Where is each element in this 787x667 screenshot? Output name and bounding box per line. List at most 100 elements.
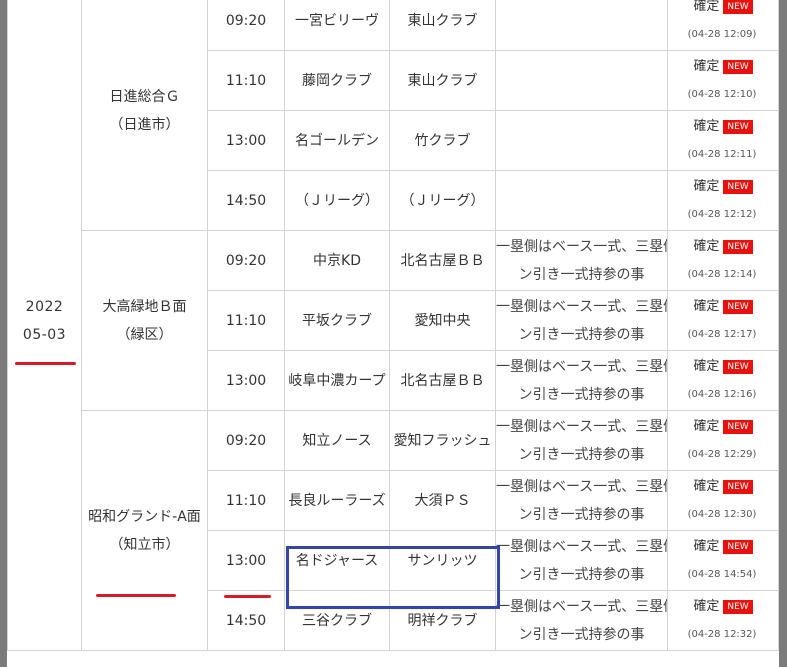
- table-row: 2022 05-03 日進総合Ｇ （日進市） 09:20 一宮ビリーヴ 東山クラ…: [7, 0, 779, 651]
- date-highlight-underline: [15, 362, 76, 365]
- away-team: 東山クラブ: [389, 0, 496, 51]
- venue-cell: 日進総合Ｇ （日進市）: [81, 0, 208, 231]
- note-cell: [495, 110, 668, 171]
- note-line-2: ン引き一式持参の事: [518, 566, 645, 583]
- status-cell: 確定 NEW (04-28 12:17): [667, 290, 779, 351]
- venue-area: （緑区）: [116, 326, 173, 343]
- update-timestamp: (04-28 12:12): [687, 209, 757, 220]
- status-cell: 確定 NEW (04-28 12:10): [667, 50, 779, 111]
- time-highlight-underline: [224, 595, 271, 598]
- status-label: 確定: [693, 599, 720, 614]
- note-line-1: 一塁側はベース一式、三塁側はライ: [496, 238, 667, 255]
- status-label: 確定: [693, 359, 720, 374]
- match-time: 14:50: [207, 170, 285, 231]
- note-cell: 一塁側はベース一式、三塁側はライ ン引き一式持参の事: [495, 590, 668, 651]
- status-cell: 確定 NEW (04-28 12:14): [667, 230, 779, 291]
- match-time: 09:20: [207, 410, 285, 471]
- match-time: 09:20: [207, 230, 285, 291]
- update-timestamp: (04-28 12:30): [687, 509, 757, 520]
- home-team: 藤岡クラブ: [284, 50, 390, 111]
- status-label: 確定: [693, 479, 720, 494]
- note-line-1: 一塁側はベース一式、三塁側はライ: [496, 478, 667, 495]
- note-line-2: ン引き一式持参の事: [518, 626, 645, 643]
- venue-area: （日進市）: [109, 116, 180, 133]
- home-team: 知立ノース: [284, 410, 390, 471]
- away-team: 北名古屋ＢＢ: [389, 350, 496, 411]
- status-label: 確定: [693, 0, 720, 14]
- note-line-1: 一塁側はベース一式、三塁側はライ: [496, 418, 667, 435]
- away-team: 北名古屋ＢＢ: [389, 230, 496, 291]
- venue-name: 昭和グランド-A面: [88, 508, 201, 525]
- home-team: 長良ルーラーズ: [284, 470, 390, 531]
- match-time: 09:20: [207, 0, 285, 51]
- note-line-1: 一塁側はベース一式、三塁側はライ: [496, 538, 667, 555]
- away-team: 竹クラブ: [389, 110, 496, 171]
- status-label: 確定: [693, 419, 720, 434]
- new-badge: NEW: [723, 0, 753, 14]
- update-timestamp: (04-28 12:11): [687, 149, 757, 160]
- status-cell: 確定 NEW (04-28 12:09): [667, 0, 779, 51]
- match-time: 13:00: [207, 110, 285, 171]
- status-cell: 確定 NEW (04-28 12:16): [667, 350, 779, 411]
- status-cell: 確定 NEW (04-28 12:30): [667, 470, 779, 531]
- note-line-2: ン引き一式持参の事: [518, 326, 645, 343]
- venue-cell: 昭和グランド-A面 （知立市）: [81, 410, 208, 651]
- note-cell: 一塁側はベース一式、三塁側はライ ン引き一式持参の事: [495, 230, 668, 291]
- note-line-1: 一塁側はベース一式、三塁側はライ: [496, 298, 667, 315]
- update-timestamp: (04-28 12:10): [687, 89, 757, 100]
- schedule-panel: 2022 05-03 日進総合Ｇ （日進市） 09:20 一宮ビリーヴ 東山クラ…: [7, 0, 779, 667]
- away-team: 愛知中央: [389, 290, 496, 351]
- note-line-2: ン引き一式持参の事: [518, 266, 645, 283]
- new-badge: NEW: [723, 540, 753, 554]
- home-team: 平坂クラブ: [284, 290, 390, 351]
- note-cell: [495, 0, 668, 51]
- note-line-2: ン引き一式持参の事: [518, 506, 645, 523]
- away-team: 大須ＰＳ: [389, 470, 496, 531]
- status-cell: 確定 NEW (04-28 12:11): [667, 110, 779, 171]
- note-line-1: 一塁側はベース一式、三塁側はライ: [496, 358, 667, 375]
- note-cell: 一塁側はベース一式、三塁側はライ ン引き一式持参の事: [495, 530, 668, 591]
- table-row: 大高緑地Ｂ面 （緑区） 09:20 中京KD 北名古屋ＢＢ 一塁側はベース一式、…: [8, 230, 779, 411]
- status-cell: 確定 NEW (04-28 12:29): [667, 410, 779, 471]
- status-label: 確定: [693, 239, 720, 254]
- status-cell: 確定 NEW (04-28 12:12): [667, 170, 779, 231]
- match-time: 14:50: [207, 590, 285, 651]
- note-cell: 一塁側はベース一式、三塁側はライ ン引き一式持参の事: [495, 470, 668, 531]
- home-team: （Ｊリーグ）: [284, 170, 390, 231]
- update-timestamp: (04-28 12:32): [687, 629, 757, 640]
- note-cell: [495, 170, 668, 231]
- update-timestamp: (04-28 14:54): [687, 569, 757, 580]
- home-team: 一宮ビリーヴ: [284, 0, 390, 51]
- status-label: 確定: [693, 299, 720, 314]
- venue-highlight-underline: [96, 594, 176, 597]
- status-label: 確定: [693, 539, 720, 554]
- update-timestamp: (04-28 12:09): [687, 29, 757, 40]
- new-badge: NEW: [723, 480, 753, 494]
- date-cell: 2022 05-03: [7, 0, 82, 651]
- match-time: 13:00: [207, 530, 285, 591]
- new-badge: NEW: [723, 600, 753, 614]
- status-cell: 確定 NEW (04-28 14:54): [667, 530, 779, 591]
- note-cell: 一塁側はベース一式、三塁側はライ ン引き一式持参の事: [495, 410, 668, 471]
- update-timestamp: (04-28 12:17): [687, 329, 757, 340]
- away-team: 愛知フラッシュ: [389, 410, 496, 471]
- venue-name: 日進総合Ｇ: [109, 88, 180, 105]
- match-time: 11:10: [207, 50, 285, 111]
- new-badge: NEW: [723, 420, 753, 434]
- note-cell: 一塁側はベース一式、三塁側はライ ン引き一式持参の事: [495, 350, 668, 411]
- venue-cell: 大高緑地Ｂ面 （緑区）: [81, 230, 208, 411]
- away-team: 東山クラブ: [389, 50, 496, 111]
- home-team: 名ゴールデン: [284, 110, 390, 171]
- new-badge: NEW: [723, 180, 753, 194]
- new-badge: NEW: [723, 240, 753, 254]
- note-cell: 一塁側はベース一式、三塁側はライ ン引き一式持参の事: [495, 290, 668, 351]
- match-time: 13:00: [207, 350, 285, 411]
- status-label: 確定: [693, 59, 720, 74]
- home-team: 中京KD: [284, 230, 390, 291]
- note-line-2: ン引き一式持参の事: [518, 446, 645, 463]
- new-badge: NEW: [723, 300, 753, 314]
- new-badge: NEW: [723, 360, 753, 374]
- new-badge: NEW: [723, 60, 753, 74]
- date-monthday: 05-03: [22, 326, 67, 343]
- update-timestamp: (04-28 12:29): [687, 449, 757, 460]
